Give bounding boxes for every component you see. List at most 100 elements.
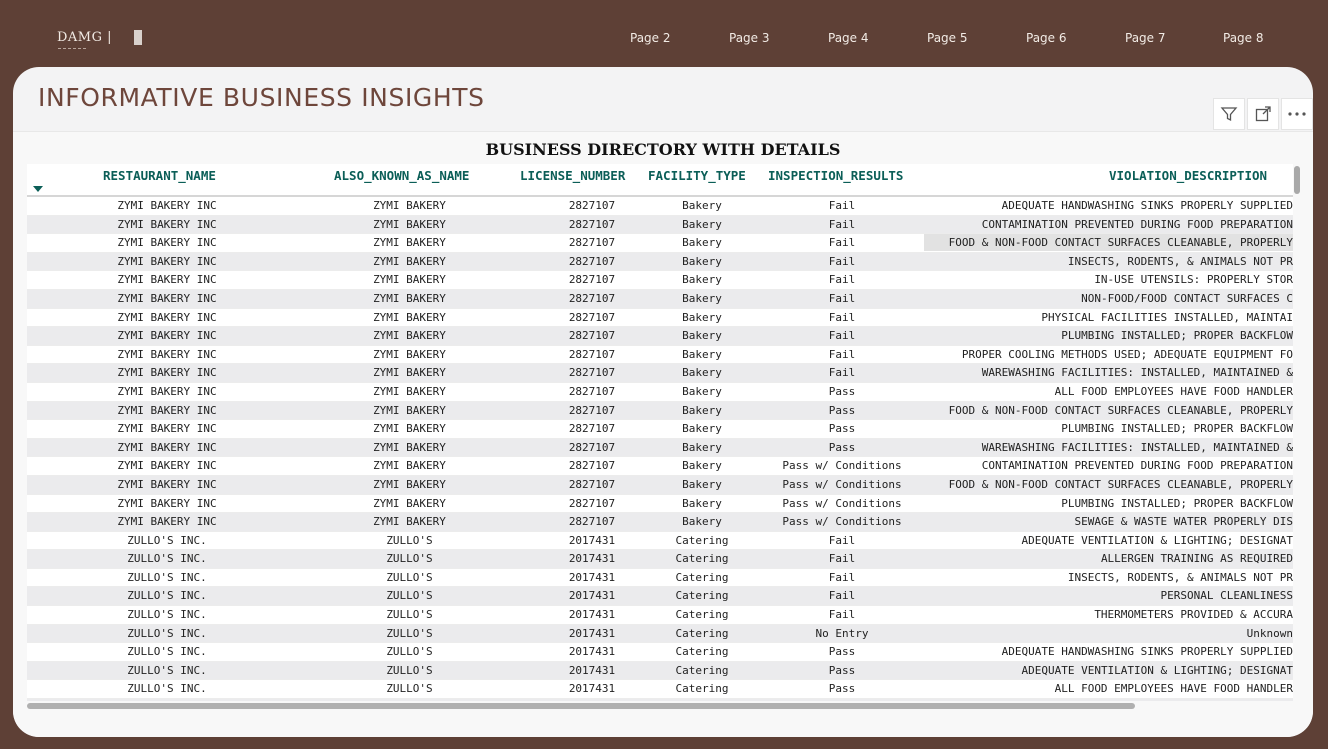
cell-violation-description: PROPER COOLING METHODS USED; ADEQUATE EQ…	[924, 346, 1293, 363]
cell-inspection-result: Fail	[828, 273, 856, 287]
cell-also-known-as: ZYMI BAKERY	[373, 291, 446, 305]
cell-violation-description: PLUMBING INSTALLED; PROPER BACKFLOW	[924, 420, 1293, 437]
cell-facility-type: Catering	[675, 663, 729, 677]
cell-also-known-as: ZULLO'S	[386, 533, 433, 547]
violation-text: FOOD & NON-FOOD CONTACT SURFACES CLEANAB…	[948, 403, 1293, 417]
cell-violation-description: WAREWASHING FACILITIES: INSTALLED, MAINT…	[924, 439, 1293, 456]
table-row[interactable]: ZYMI BAKERY INC ZYMI BAKERY 2827107 Bakery P…	[27, 401, 1293, 421]
table-row[interactable]: ZULLO'S INC.ZULLO'S2017431CateringPassNO…	[27, 699, 1293, 701]
horizontal-scrollbar[interactable]	[27, 703, 1135, 709]
table-row[interactable]: ZULLO'S INC. ZULLO'S 2017431 Catering Fail AD…	[27, 532, 1293, 551]
cell-inspection-result: Fail	[828, 608, 856, 622]
violation-text: WAREWASHING FACILITIES: INSTALLED, MAINT…	[981, 366, 1293, 380]
table-row[interactable]: ZULLO'S INC. ZULLO'S 2017431 Catering Fail TH…	[27, 606, 1293, 625]
table-row[interactable]: ZYMI BAKERY INC ZYMI BAKERY 2827107 Bakery F…	[27, 215, 1293, 235]
nav-page-8[interactable]: Page 8	[1223, 31, 1264, 45]
cell-also-known-as: ZYMI BAKERY	[373, 384, 446, 398]
cell-facility-type: Catering	[675, 589, 729, 603]
table-row[interactable]: ZYMI BAKERY INC ZYMI BAKERY 2827107 Bakery F…	[27, 346, 1293, 365]
nav-page-5[interactable]: Page 5	[927, 31, 968, 45]
cell-inspection-result: Fail	[828, 310, 856, 324]
cell-inspection-result: Fail	[828, 589, 856, 603]
filter-icon[interactable]	[1213, 98, 1245, 130]
cell-also-known-as: ZYMI BAKERY	[373, 273, 446, 287]
table-row[interactable]: ZULLO'S INC. ZULLO'S 2017431 Catering Pass AL…	[27, 680, 1293, 700]
cell-also-known-as: ZULLO'S	[386, 608, 433, 622]
table-row[interactable]: ZYMI BAKERY INC ZYMI BAKERY 2827107 Bakery P…	[27, 438, 1293, 458]
table-row[interactable]: ZYMI BAKERY INC ZYMI BAKERY 2827107 Bakery F…	[27, 289, 1293, 309]
cell-also-known-as: ZULLO'S	[386, 552, 433, 566]
table-row[interactable]: ZYMI BAKERY INC ZYMI BAKERY 2827107 Bakery F…	[27, 197, 1293, 216]
table-row[interactable]: ZULLO'S INC. ZULLO'S 2017431 Catering Pass AD…	[27, 661, 1293, 681]
table-row[interactable]: ZULLO'S INC. ZULLO'S 2017431 Catering Pass AD…	[27, 643, 1293, 662]
cell-violation-description: CONTAMINATION PREVENTED DURING FOOD PREP…	[924, 457, 1293, 474]
cell-violation-description: PERSONAL CLEANLINESS	[924, 587, 1293, 604]
table-title: BUSINESS DIRECTORY WITH DETAILS	[485, 140, 841, 159]
focus-mode-icon[interactable]	[1247, 98, 1279, 130]
cell-restaurant-name: ZYMI BAKERY INC	[117, 440, 217, 454]
cell-also-known-as: ZYMI BAKERY	[373, 422, 446, 436]
nav-page-6[interactable]: Page 6	[1026, 31, 1067, 45]
cell-facility-type: Bakery	[682, 273, 722, 287]
cell-also-known-as: ZYMI BAKERY	[373, 496, 446, 510]
cell-restaurant-name: ZULLO'S INC.	[127, 589, 207, 603]
cell-facility-type: Bakery	[682, 515, 722, 529]
column-header-restaurant-name[interactable]: RESTAURANT_NAME	[103, 168, 216, 183]
table-row[interactable]: ZULLO'S INC. ZULLO'S 2017431 Catering Fail PE…	[27, 587, 1293, 607]
table-row[interactable]: ZULLO'S INC. ZULLO'S 2017431 Catering No Ent…	[27, 624, 1293, 644]
table-row[interactable]: ZYMI BAKERY INC ZYMI BAKERY 2827107 Bakery F…	[27, 234, 1293, 253]
nav-page-2[interactable]: Page 2	[630, 31, 671, 45]
table-row[interactable]: ZYMI BAKERY INC ZYMI BAKERY 2827107 Bakery F…	[27, 364, 1293, 383]
cell-facility-type: Catering	[675, 645, 729, 659]
table-row[interactable]: ZYMI BAKERY INC ZYMI BAKERY 2827107 Bakery P…	[27, 495, 1293, 514]
cell-inspection-result: Pass	[828, 422, 856, 436]
cell-facility-type: Catering	[675, 626, 729, 640]
brand-underline	[58, 48, 86, 49]
column-header-also-known-as-name[interactable]: ALSO_KNOWN_AS_NAME	[334, 168, 469, 183]
cell-also-known-as: ZYMI BAKERY	[373, 515, 446, 529]
cell-violation-description: FOOD & NON-FOOD CONTACT SURFACES CLEANAB…	[924, 402, 1293, 419]
column-header-facility-type[interactable]: FACILITY_TYPE	[648, 168, 746, 183]
table-row[interactable]: ZYMI BAKERY INC ZYMI BAKERY 2827107 Bakery F…	[27, 271, 1293, 290]
cell-also-known-as: ZYMI BAKERY	[373, 403, 446, 417]
cell-inspection-result: Fail	[828, 366, 856, 380]
table-row[interactable]: ZYMI BAKERY INC ZYMI BAKERY 2827107 Bakery P…	[27, 383, 1293, 402]
cell-violation-description: ALL FOOD EMPLOYEES HAVE FOOD HANDLER	[924, 680, 1293, 697]
vertical-scrollbar[interactable]	[1294, 166, 1300, 194]
table-row[interactable]: ZYMI BAKERY INC ZYMI BAKERY 2827107 Bakery P…	[27, 420, 1293, 439]
cell-restaurant-name: ZYMI BAKERY INC	[117, 459, 217, 473]
cell-inspection-result: Fail	[828, 236, 856, 250]
column-header-violation-description[interactable]: VIOLATION_DESCRIPTION	[1109, 168, 1267, 183]
cell-facility-type: Bakery	[682, 217, 722, 231]
cell-restaurant-name: ZYMI BAKERY INC	[117, 477, 217, 491]
cell-violation-description: NON-FOOD/FOOD CONTACT SURFACES C	[924, 290, 1293, 307]
cell-facility-type: Bakery	[682, 236, 722, 250]
table-row[interactable]: ZYMI BAKERY INC ZYMI BAKERY 2827107 Bakery P…	[27, 475, 1293, 495]
cell-inspection-result: Pass	[828, 403, 856, 417]
sort-descending-icon[interactable]	[33, 186, 43, 192]
table-row[interactable]: ZULLO'S INC. ZULLO'S 2017431 Catering Fail AL…	[27, 550, 1293, 569]
table-row[interactable]: ZYMI BAKERY INC ZYMI BAKERY 2827107 Bakery P…	[27, 457, 1293, 476]
nav-page-4[interactable]: Page 4	[828, 31, 869, 45]
table-row[interactable]: ZYMI BAKERY INC ZYMI BAKERY 2827107 Bakery F…	[27, 252, 1293, 272]
bottom-divider	[0, 737, 1328, 749]
violation-text: WAREWASHING FACILITIES: INSTALLED, MAINT…	[981, 440, 1293, 454]
table-row[interactable]: ZULLO'S INC. ZULLO'S 2017431 Catering Fail IN…	[27, 569, 1293, 588]
cell-also-known-as: ZULLO'S	[386, 570, 433, 584]
cell-violation-description: ADEQUATE HANDWASHING SINKS PROPERLY SUPP…	[924, 197, 1293, 214]
column-header-inspection-results[interactable]: INSPECTION_RESULTS	[768, 168, 903, 183]
cell-restaurant-name: ZYMI BAKERY INC	[117, 273, 217, 287]
more-options-icon[interactable]	[1281, 98, 1313, 130]
nav-page-7[interactable]: Page 7	[1125, 31, 1166, 45]
violation-text: ALL FOOD EMPLOYEES HAVE FOOD HANDLER	[1054, 682, 1293, 696]
nav-page-3[interactable]: Page 3	[729, 31, 770, 45]
cell-restaurant-name: ZYMI BAKERY INC	[117, 347, 217, 361]
table-row[interactable]: ZYMI BAKERY INC ZYMI BAKERY 2827107 Bakery F…	[27, 327, 1293, 346]
table-body: ZYMI BAKERY INC ZYMI BAKERY 2827107 Bakery F…	[27, 197, 1293, 701]
column-header-license-number[interactable]: LICENSE_NUMBER	[520, 168, 625, 183]
cell-also-known-as: ZULLO'S	[386, 626, 433, 640]
table-row[interactable]: ZYMI BAKERY INC ZYMI BAKERY 2827107 Bakery F…	[27, 309, 1293, 328]
table-row[interactable]: ZYMI BAKERY INC ZYMI BAKERY 2827107 Bakery P…	[27, 513, 1293, 532]
cell-inspection-result: Fail	[828, 254, 856, 268]
cell-restaurant-name: ZULLO'S INC.	[127, 533, 207, 547]
